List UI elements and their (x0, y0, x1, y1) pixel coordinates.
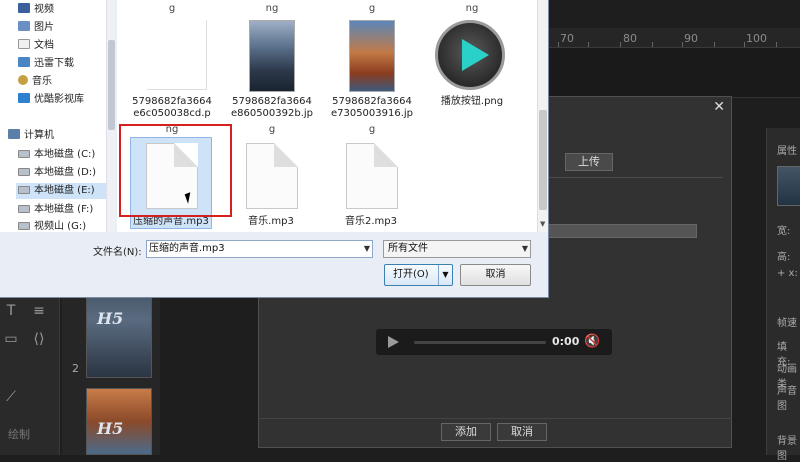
file-url-input[interactable] (545, 224, 697, 238)
file-name-fragment: g (268, 124, 276, 135)
frame-rate-label: 帧速 (777, 318, 797, 329)
upload-button[interactable]: 上传 (565, 153, 613, 171)
file-item[interactable]: 音乐.mp3 (219, 216, 323, 228)
screen-icon[interactable]: ▭ (2, 330, 20, 348)
youku-icon (18, 93, 30, 103)
file-list-scrollbar[interactable]: ▼ (537, 0, 548, 232)
nav-item-music[interactable]: 音乐 (18, 74, 52, 90)
code-icon[interactable]: ⟨⟩ (30, 330, 48, 348)
file-name-fragment: g (368, 124, 376, 135)
height-label: 高: (777, 252, 791, 263)
play-icon[interactable] (388, 336, 399, 348)
drive-icon (18, 168, 30, 176)
computer-icon (8, 129, 20, 139)
add-button[interactable]: 添加 (441, 423, 491, 441)
properties-panel: 属性 宽: 高: + x: 帧速 填充: 动画类 声音图 背景图 (766, 128, 800, 462)
draw-section-label: 绘制 (8, 428, 30, 441)
ruler-tick-label: 90 (684, 32, 698, 45)
nav-item-drive-d[interactable]: 本地磁盘 (D:) (18, 165, 96, 181)
nav-item-drive-e[interactable]: 本地磁盘 (E:) (16, 183, 112, 199)
drive-icon (18, 186, 30, 194)
nav-item-drive-g[interactable]: 视频山 (G:) (18, 219, 86, 231)
nav-item-computer[interactable]: 计算机 (8, 128, 54, 144)
nav-item-drive-c[interactable]: 本地磁盘 (C:) (18, 147, 95, 163)
chevron-down-icon[interactable]: ▼ (522, 241, 528, 257)
chevron-down-icon[interactable]: ▼ (364, 241, 370, 257)
nav-scrollbar[interactable] (106, 0, 116, 232)
open-button[interactable]: 打开(O) ▼ (384, 264, 453, 286)
ruler-tick-label: 100 (746, 32, 767, 45)
nav-item-video[interactable]: 视频 (18, 2, 54, 18)
paragraph-icon[interactable]: ≡ (30, 302, 48, 320)
picture-icon (18, 21, 30, 31)
filename-input[interactable]: 压缩的声音.mp3 ▼ (146, 240, 373, 258)
property-image-preview (777, 166, 800, 206)
background-label: 背景图 (777, 436, 797, 462)
download-icon (18, 57, 30, 67)
drive-icon (18, 222, 30, 230)
page-number: 2 (72, 362, 79, 375)
sound-label: 声音图 (777, 386, 797, 412)
photo-thumbnail-icon (249, 20, 295, 92)
nav-item-pictures[interactable]: 图片 (18, 20, 54, 36)
document-icon (18, 39, 30, 49)
file-item[interactable]: 5798682fa3664 e6c050038cd.p (120, 96, 224, 120)
audio-progress-track[interactable] (414, 341, 546, 344)
cancel-button[interactable]: 取消 (460, 264, 531, 286)
nav-item-drive-f[interactable]: 本地磁盘 (F:) (18, 202, 93, 218)
file-name-fragment: g (168, 3, 176, 14)
photo-thumbnail-icon (349, 20, 395, 92)
drive-icon (18, 205, 30, 213)
page-thumbnail[interactable]: H5 (86, 388, 152, 455)
divider (545, 177, 723, 178)
timeline-track (548, 48, 800, 98)
highlight-annotation-box (119, 124, 232, 217)
file-item[interactable]: 5798682fa3664 e860500392b.jp (220, 96, 324, 120)
file-item[interactable]: 5798682fa3664 e7305003916.jp (320, 96, 424, 120)
file-item[interactable]: 音乐2.mp3 (319, 216, 423, 228)
audio-player: 0:00 🔇 (376, 329, 612, 355)
file-name-fragment: g (368, 3, 376, 14)
x-label: + x: (777, 268, 798, 279)
nav-item-downloads[interactable]: 迅雷下载 (18, 56, 74, 72)
filetype-select[interactable]: 所有文件 ▼ (383, 240, 531, 258)
divider (258, 418, 732, 419)
chart-line-icon[interactable]: ⟋ (2, 388, 20, 406)
file-name-fragment: ng (465, 3, 479, 14)
audio-time: 0:00 (552, 335, 580, 348)
width-label: 宽: (777, 226, 791, 237)
ruler-tick-label: 80 (623, 32, 637, 45)
chevron-down-icon[interactable]: ▼ (438, 265, 452, 285)
close-icon[interactable]: ✕ (713, 99, 725, 115)
navigation-pane: 视频 图片 文档 迅雷下载 音乐 优酷影视库 计算机 本地磁盘 (C:) 本地磁… (0, 0, 116, 232)
ruler-tick-label: 70 (560, 32, 574, 45)
properties-label: 属性 (777, 146, 797, 157)
file-item-selected[interactable]: 压缩的声音.mp3 (119, 216, 223, 228)
file-item[interactable]: 播放按钮.png (420, 96, 524, 108)
timeline-ruler: 70 80 90 100 (548, 28, 800, 48)
text-tool-icon[interactable]: T (2, 302, 20, 320)
mute-icon[interactable]: 🔇 (584, 334, 600, 349)
cancel-button[interactable]: 取消 (497, 423, 547, 441)
filename-label: 文件名(N): (93, 247, 142, 258)
nav-item-youku[interactable]: 优酷影视库 (18, 92, 84, 108)
play-button-icon (435, 20, 505, 90)
music-icon (18, 75, 28, 85)
file-name-fragment: ng (265, 3, 279, 14)
blank-file-icon (346, 143, 398, 209)
nav-item-documents[interactable]: 文档 (18, 38, 54, 54)
drive-icon (18, 150, 30, 158)
blank-file-icon (246, 143, 298, 209)
video-icon (18, 3, 30, 13)
blank-file-icon (147, 20, 207, 90)
